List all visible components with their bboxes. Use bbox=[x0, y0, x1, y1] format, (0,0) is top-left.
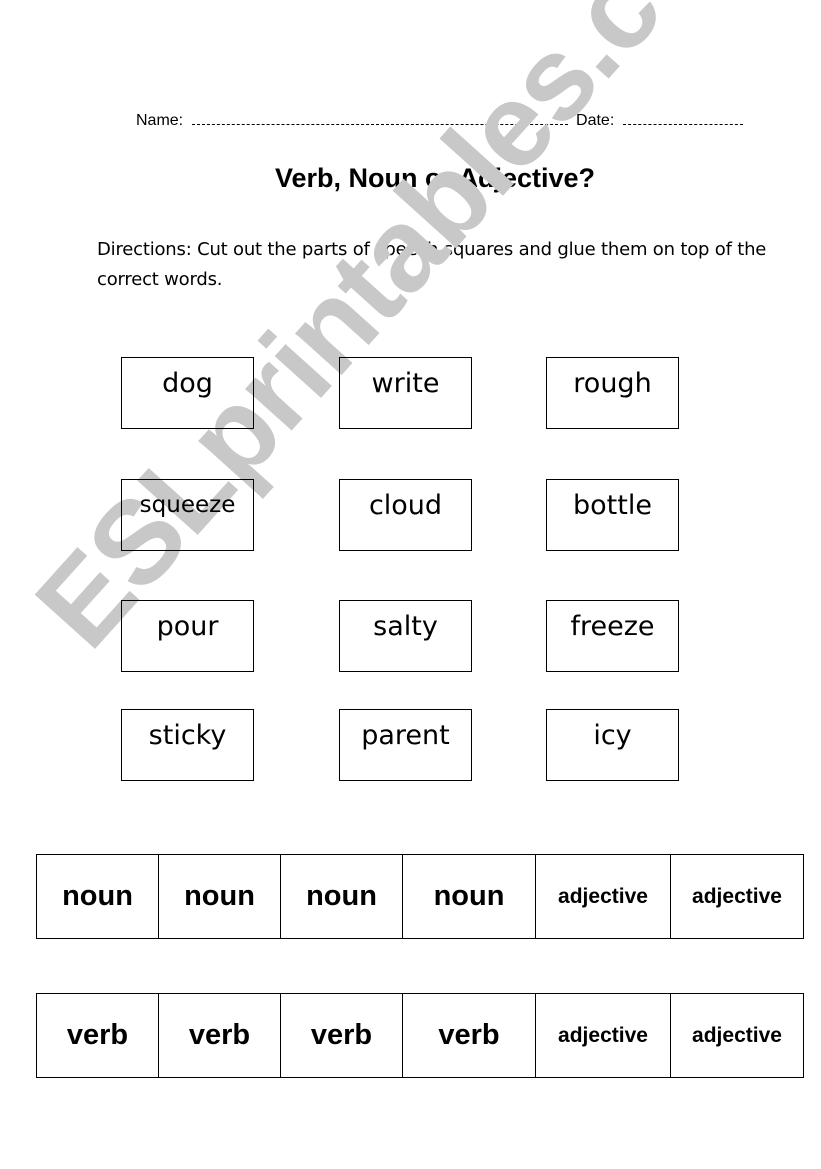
cutout-table-verbs: verb verb verb verb adjective adjective bbox=[36, 993, 804, 1078]
cutout-table-nouns: noun noun noun noun adjective adjective bbox=[36, 854, 804, 939]
cutout-row: verb verb verb verb adjective adjective bbox=[36, 993, 804, 1078]
word-box: cloud bbox=[339, 479, 472, 551]
cutout-square[interactable]: adjective bbox=[670, 993, 804, 1078]
cutout-square[interactable]: verb bbox=[402, 993, 536, 1078]
word-box: bottle bbox=[546, 479, 679, 551]
cutout-square[interactable]: adjective bbox=[670, 854, 804, 939]
cutout-square[interactable]: verb bbox=[280, 993, 403, 1078]
cutout-square[interactable]: adjective bbox=[535, 993, 671, 1078]
word-box: rough bbox=[546, 357, 679, 429]
cutout-square[interactable]: noun bbox=[36, 854, 159, 939]
watermark: ESLprintables.com bbox=[10, 0, 802, 673]
cutout-square[interactable]: noun bbox=[402, 854, 536, 939]
word-box: squeeze bbox=[121, 479, 254, 551]
cutout-square[interactable]: noun bbox=[280, 854, 403, 939]
word-box: parent bbox=[339, 709, 472, 781]
cutout-row: noun noun noun noun adjective adjective bbox=[36, 854, 804, 939]
cutout-square[interactable]: verb bbox=[36, 993, 159, 1078]
cutout-square[interactable]: verb bbox=[158, 993, 281, 1078]
word-box: write bbox=[339, 357, 472, 429]
word-box: icy bbox=[546, 709, 679, 781]
cutout-square[interactable]: adjective bbox=[535, 854, 671, 939]
date-field[interactable] bbox=[622, 110, 743, 125]
cutout-square[interactable]: noun bbox=[158, 854, 281, 939]
word-box: freeze bbox=[546, 600, 679, 672]
word-box: pour bbox=[121, 600, 254, 672]
name-label: Name: bbox=[136, 112, 184, 129]
word-box: sticky bbox=[121, 709, 254, 781]
word-box: dog bbox=[121, 357, 254, 429]
word-box: salty bbox=[339, 600, 472, 672]
